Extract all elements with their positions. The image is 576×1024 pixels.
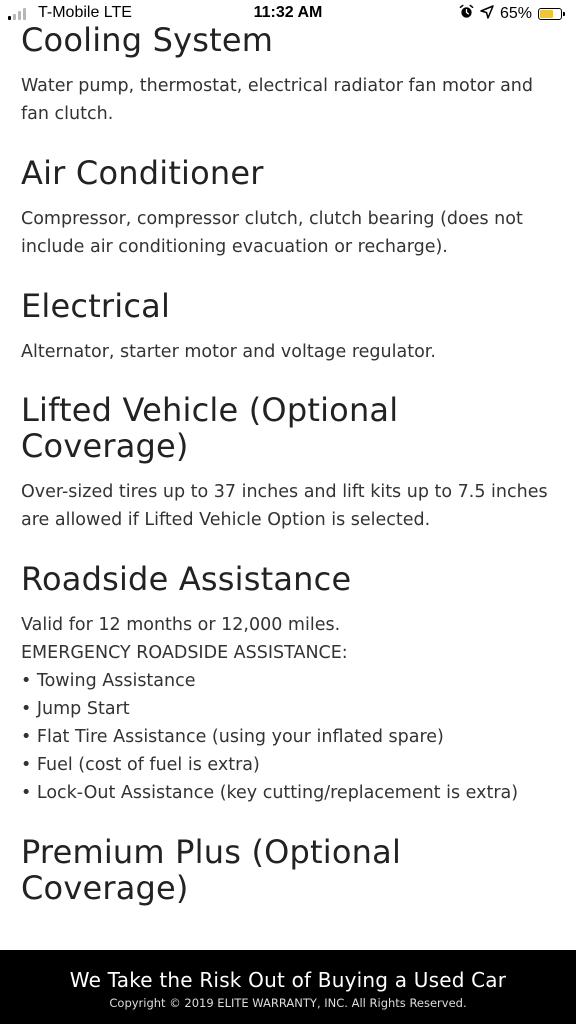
battery-icon bbox=[538, 8, 565, 20]
section-text: Valid for 12 months or 12,000 miles. bbox=[21, 615, 341, 635]
section-text: Water pump, thermostat, electrical radia… bbox=[21, 76, 534, 124]
coverage-content: Cooling System Water pump, thermostat, e… bbox=[0, 0, 576, 906]
section-text: Compressor, compressor clutch, clutch be… bbox=[21, 209, 523, 257]
footer: We Take the Risk Out of Buying a Used Ca… bbox=[0, 950, 576, 1024]
section-body: Compressor, compressor clutch, clutch be… bbox=[21, 205, 555, 261]
section-title: Premium Plus (Optional Coverage) bbox=[21, 833, 402, 907]
section-body: Over-sized tires up to 37 inches and lif… bbox=[21, 478, 555, 534]
footer-tagline: We Take the Risk Out of Buying a Used Ca… bbox=[69, 968, 507, 992]
section-body: Valid for 12 months or 12,000 miles. EME… bbox=[21, 611, 555, 807]
list-item: • Fuel (cost of fuel is extra) bbox=[21, 755, 260, 775]
location-arrow-icon bbox=[480, 4, 494, 24]
section-air-conditioner: Air Conditioner Compressor, compressor c… bbox=[21, 155, 555, 261]
section-cooling-system: Cooling System Water pump, thermostat, e… bbox=[21, 22, 555, 128]
section-roadside-assistance: Roadside Assistance Valid for 12 months … bbox=[21, 561, 555, 807]
footer-copyright: Copyright © 2019 ELITE WARRANTY, INC. Al… bbox=[109, 996, 467, 1010]
battery-fill bbox=[540, 10, 553, 18]
section-body: Alternator, starter motor and voltage re… bbox=[21, 338, 555, 366]
status-bar: T-Mobile LTE 11:32 AM 65% bbox=[0, 0, 576, 28]
list-item: • Flat Tire Assistance (using your infla… bbox=[21, 727, 444, 747]
status-right: 65% bbox=[459, 4, 565, 24]
section-body: Water pump, thermostat, electrical radia… bbox=[21, 72, 555, 128]
list-item: • Lock-Out Assistance (key cutting/repla… bbox=[21, 783, 519, 803]
alarm-icon bbox=[459, 4, 474, 24]
section-title: Air Conditioner bbox=[21, 154, 264, 192]
section-title: Lifted Vehicle (Optional Coverage) bbox=[21, 391, 399, 465]
section-text: EMERGENCY ROADSIDE ASSISTANCE: bbox=[21, 643, 348, 663]
section-title: Roadside Assistance bbox=[21, 560, 352, 598]
section-title: Electrical bbox=[21, 287, 171, 325]
screen: T-Mobile LTE 11:32 AM 65% Cooling System… bbox=[0, 0, 576, 1024]
list-item: • Towing Assistance bbox=[21, 671, 196, 691]
battery-percent: 65% bbox=[499, 5, 532, 22]
section-text: Alternator, starter motor and voltage re… bbox=[21, 342, 436, 362]
section-electrical: Electrical Alternator, starter motor and… bbox=[21, 288, 555, 366]
section-text: Over-sized tires up to 37 inches and lif… bbox=[21, 482, 548, 530]
section-premium-plus: Premium Plus (Optional Coverage) bbox=[21, 834, 555, 906]
list-item: • Jump Start bbox=[21, 699, 130, 719]
section-lifted-vehicle: Lifted Vehicle (Optional Coverage) Over-… bbox=[21, 392, 555, 534]
